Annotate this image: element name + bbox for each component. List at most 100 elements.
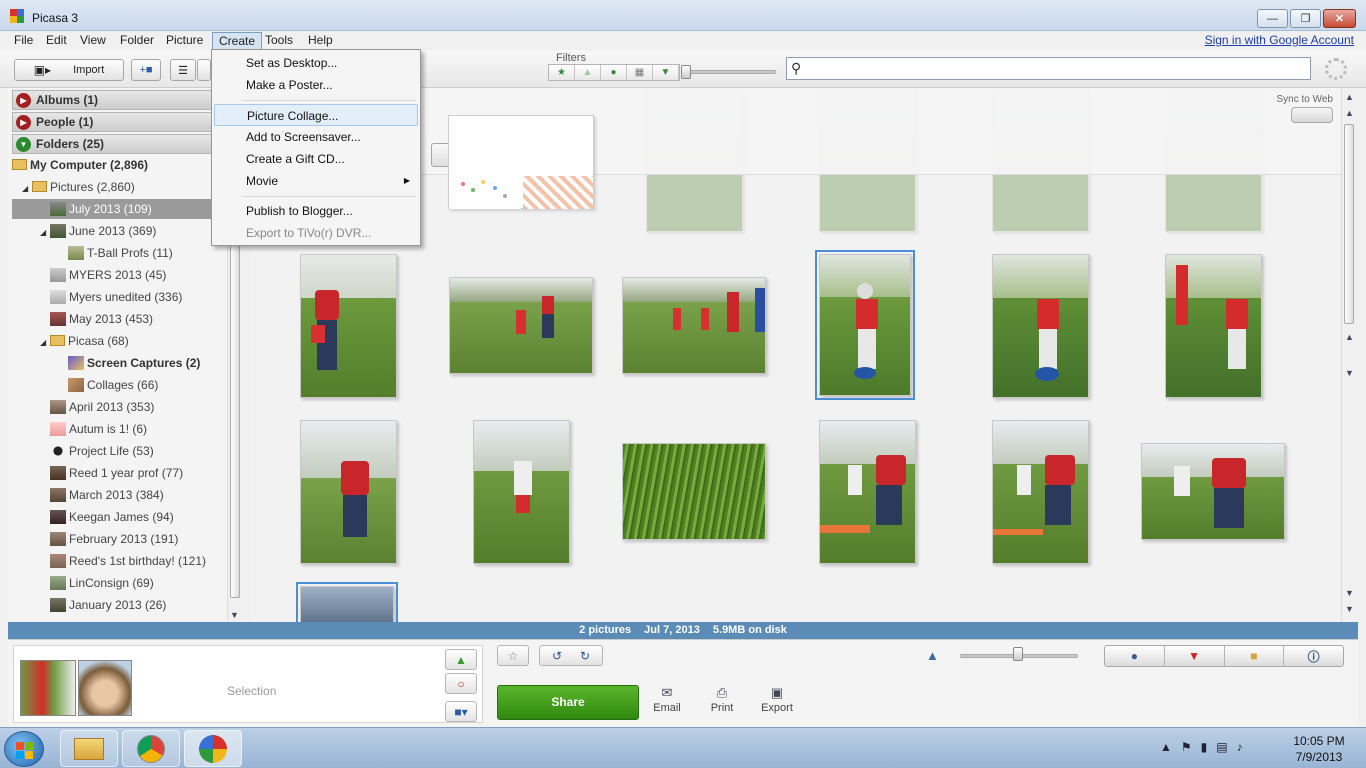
- photo-thumbnail[interactable]: [622, 277, 766, 374]
- tree-january-2013[interactable]: January 2013 (26): [12, 595, 230, 615]
- photo-thumbnail[interactable]: [449, 277, 593, 374]
- menu-item-movie[interactable]: Movie ▶: [214, 170, 418, 192]
- geotag-filter-icon[interactable]: ▼: [653, 65, 679, 80]
- tray-thumbnail[interactable]: [78, 660, 132, 716]
- tree-february-2013[interactable]: February 2013 (191): [12, 529, 230, 549]
- tree-reeds-1st-birthday[interactable]: Reed's 1st birthday! (121): [12, 551, 230, 571]
- volume-icon[interactable]: ♪: [1237, 740, 1243, 754]
- uploaded-filter-icon[interactable]: ▲: [575, 65, 601, 80]
- menu-edit[interactable]: Edit: [40, 32, 73, 50]
- menu-create[interactable]: Create: [212, 32, 263, 50]
- tree-april-2013[interactable]: April 2013 (353): [12, 397, 230, 417]
- tree-may-2013[interactable]: May 2013 (453): [12, 309, 230, 329]
- scroll-down-icon[interactable]: ▼: [1345, 368, 1354, 378]
- filter-date-slider[interactable]: [686, 70, 776, 74]
- restore-button[interactable]: ❐: [1290, 9, 1321, 28]
- photo-thumbnail[interactable]: [622, 443, 766, 540]
- places-icon[interactable]: ▼: [1165, 646, 1225, 666]
- tree-pictures[interactable]: ◢ Pictures (2,860): [12, 177, 230, 197]
- menu-item-publish-to-blogger[interactable]: Publish to Blogger...: [214, 200, 418, 222]
- taskbar-chrome[interactable]: [122, 730, 180, 767]
- list-view-button[interactable]: ☰: [170, 59, 196, 81]
- device-icon[interactable]: ▮: [1201, 740, 1208, 754]
- scroll-down-icon[interactable]: ▼: [1345, 588, 1354, 598]
- tree-myers-2013[interactable]: MYERS 2013 (45): [12, 265, 230, 285]
- menu-item-make-a-poster[interactable]: Make a Poster...: [214, 74, 418, 96]
- tree-linconsign[interactable]: LinConsign (69): [12, 573, 230, 593]
- scroll-up-icon[interactable]: ▲: [1345, 332, 1354, 342]
- menu-file[interactable]: File: [8, 32, 39, 50]
- folder-scrollbar[interactable]: ▼: [227, 198, 242, 622]
- photo-thumbnail[interactable]: [300, 254, 397, 398]
- thumbnail-size-thumb[interactable]: [1013, 647, 1023, 661]
- rotate-right-icon[interactable]: ↻: [580, 649, 590, 663]
- albums-section-header[interactable]: ▶ Albums (1): [12, 90, 238, 110]
- export-button[interactable]: ▣ Export: [752, 685, 802, 714]
- taskbar-explorer[interactable]: [60, 730, 118, 767]
- scroll-up-icon[interactable]: ▲: [1345, 92, 1354, 102]
- grid-scrollbar-thumb[interactable]: [1344, 124, 1354, 324]
- scroll-up-icon[interactable]: ▲: [1345, 108, 1354, 118]
- rotate-left-icon[interactable]: ↺: [552, 649, 562, 663]
- menu-folder[interactable]: Folder: [114, 32, 160, 50]
- add-to-album-button[interactable]: +■: [131, 59, 161, 81]
- menu-view[interactable]: View: [74, 32, 112, 50]
- tree-june-2013[interactable]: ◢ June 2013 (369): [12, 221, 230, 241]
- tree-myers-unedited[interactable]: Myers unedited (336): [12, 287, 230, 307]
- menu-item-picture-collage[interactable]: Picture Collage...: [214, 104, 418, 126]
- star-button[interactable]: ☆: [497, 645, 529, 666]
- menu-item-add-to-screensaver[interactable]: Add to Screensaver...: [214, 126, 418, 148]
- tree-expand-icon[interactable]: ◢: [40, 333, 50, 353]
- scroll-down-icon[interactable]: ▼: [1345, 604, 1354, 614]
- photo-thumbnail[interactable]: [819, 420, 916, 564]
- scroll-down-icon[interactable]: ▼: [230, 610, 239, 620]
- share-button[interactable]: Share: [497, 685, 639, 720]
- sync-to-web-toggle[interactable]: [1291, 107, 1333, 123]
- menu-tools[interactable]: Tools: [259, 32, 299, 50]
- tree-autum[interactable]: Autum is 1! (6): [12, 419, 230, 439]
- photo-thumbnail[interactable]: [1141, 443, 1285, 540]
- tree-my-computer[interactable]: My Computer (2,896): [12, 155, 230, 175]
- photo-thumbnail[interactable]: [300, 420, 397, 564]
- collage-thumbnail[interactable]: [448, 115, 594, 209]
- start-button[interactable]: [4, 731, 44, 767]
- tree-tball-profs[interactable]: T-Ball Profs (11): [12, 243, 230, 263]
- tree-keegan-james[interactable]: Keegan James (94): [12, 507, 230, 527]
- people-icon[interactable]: ●: [1105, 646, 1165, 666]
- show-hidden-icons-icon[interactable]: ▲: [1160, 740, 1172, 754]
- tree-picasa[interactable]: ◢ Picasa (68): [12, 331, 230, 351]
- menu-item-create-gift-cd[interactable]: Create a Gift CD...: [214, 148, 418, 170]
- rotate-buttons[interactable]: ↺ ↻: [539, 645, 603, 666]
- sign-in-link[interactable]: Sign in with Google Account: [1205, 33, 1354, 47]
- tree-collages[interactable]: Collages (66): [12, 375, 230, 395]
- close-button[interactable]: ✕: [1323, 9, 1356, 28]
- folders-section-header[interactable]: ▼ Folders (25): [12, 134, 238, 154]
- tree-project-life[interactable]: Project Life (53): [12, 441, 230, 461]
- network-icon[interactable]: ▤: [1216, 740, 1227, 754]
- tree-expand-icon[interactable]: ◢: [22, 179, 32, 199]
- clear-selection-icon[interactable]: ○: [445, 673, 477, 694]
- print-button[interactable]: ⎙ Print: [697, 685, 747, 714]
- people-filter-icon[interactable]: ●: [601, 65, 627, 80]
- photo-thumbnail-selected[interactable]: [815, 250, 915, 400]
- photo-thumbnail[interactable]: [1165, 254, 1262, 398]
- action-center-icon[interactable]: ⚑: [1181, 740, 1192, 754]
- minimize-button[interactable]: —: [1257, 9, 1288, 28]
- movie-filter-icon[interactable]: ▦: [627, 65, 653, 80]
- info-icon[interactable]: ⓘ: [1284, 646, 1343, 666]
- thumbnail-view-button[interactable]: [197, 59, 211, 81]
- photo-thumbnail[interactable]: [992, 420, 1089, 564]
- filter-slider-thumb[interactable]: [681, 65, 691, 79]
- tree-expand-icon[interactable]: ◢: [40, 223, 50, 243]
- star-filter-icon[interactable]: ★: [549, 65, 575, 80]
- import-button[interactable]: ▣▸ Import: [14, 59, 124, 81]
- tree-march-2013[interactable]: March 2013 (384): [12, 485, 230, 505]
- menu-picture[interactable]: Picture: [160, 32, 209, 50]
- tree-screen-captures[interactable]: Screen Captures (2): [12, 353, 230, 373]
- menu-item-set-as-desktop[interactable]: Set as Desktop...: [214, 52, 418, 74]
- menu-help[interactable]: Help: [302, 32, 339, 50]
- tree-reed-1-year[interactable]: Reed 1 year prof (77): [12, 463, 230, 483]
- photo-thumbnail[interactable]: [473, 420, 570, 564]
- grid-scrollbar[interactable]: ▲ ▲ ▲ ▼ ▼ ▼: [1341, 88, 1356, 622]
- system-clock[interactable]: 10:05 PM 7/9/2013: [1282, 733, 1356, 765]
